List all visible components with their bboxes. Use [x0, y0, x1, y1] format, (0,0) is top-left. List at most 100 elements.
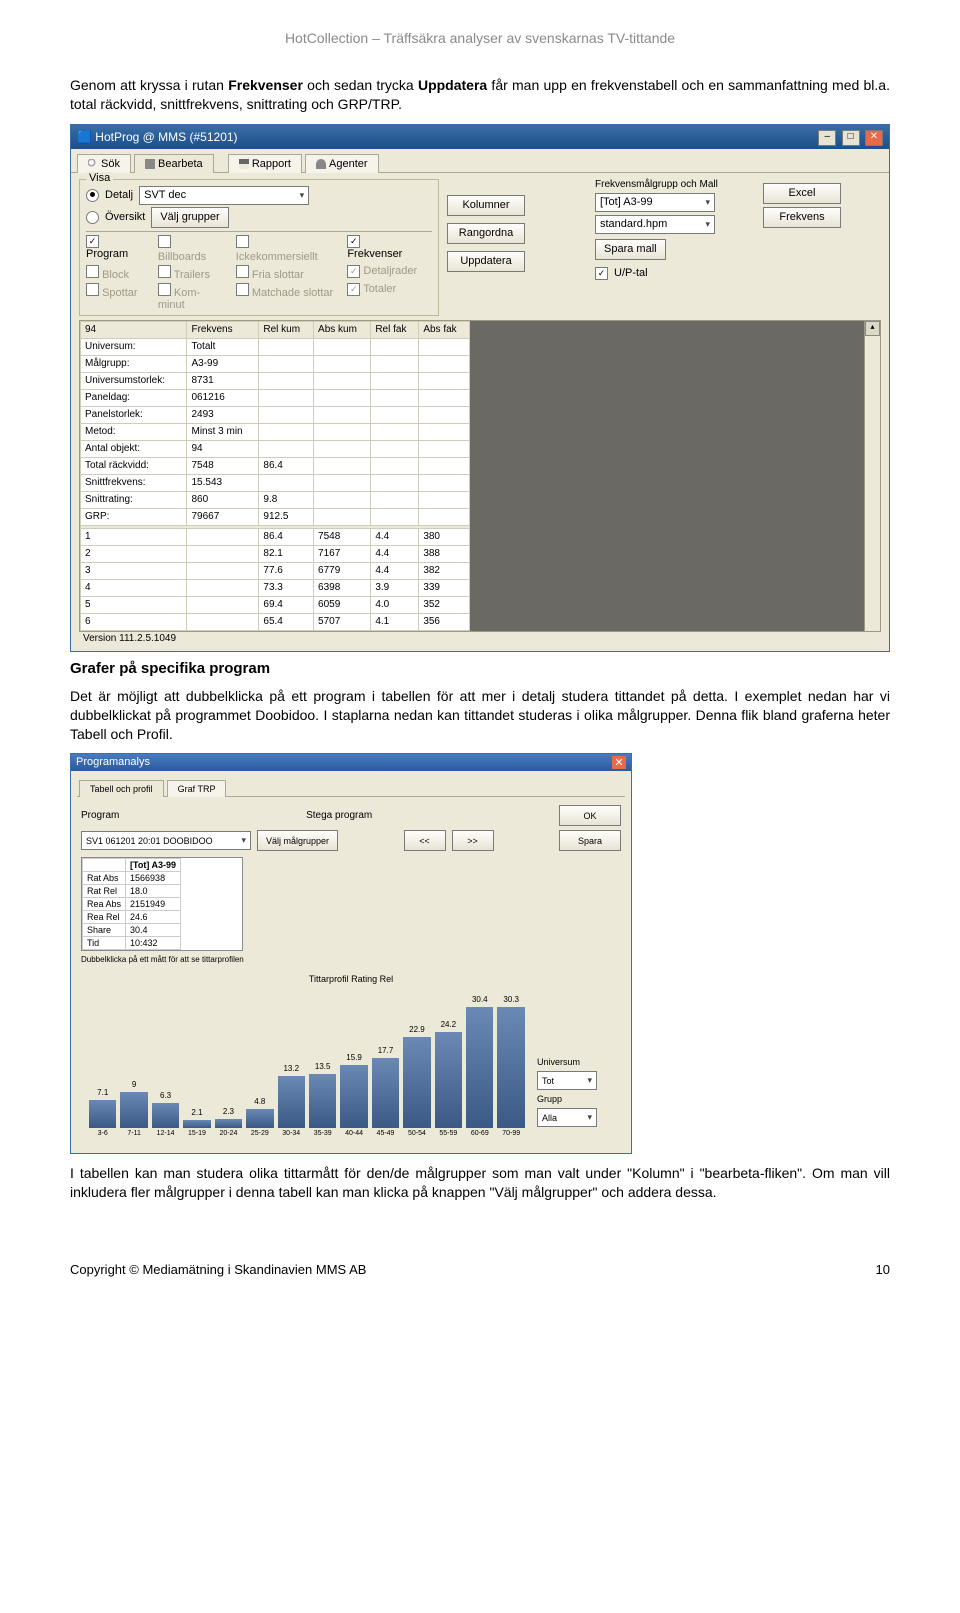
check-totaler — [347, 283, 360, 296]
radio-oversikt[interactable] — [86, 211, 99, 224]
kolumner-button[interactable]: Kolumner — [447, 195, 525, 216]
chart-bar: 15.9 — [340, 1065, 367, 1129]
table-row[interactable]: GRP:79667912.5 — [81, 508, 470, 525]
select-rangordna[interactable]: standard.hpm — [595, 215, 715, 234]
next-button[interactable]: >> — [452, 830, 494, 851]
page-number: 10 — [876, 1262, 890, 1277]
chart-bar: 30.3 — [497, 1007, 524, 1128]
grupp-select[interactable]: Alla — [537, 1108, 597, 1127]
window-title: 🟦 HotProg @ MMS (#51201) — [77, 130, 238, 144]
tab-bearbeta[interactable]: Bearbeta — [134, 154, 214, 173]
table-row[interactable]: Snittfrekvens:15.543 — [81, 474, 470, 491]
table-row[interactable]: Paneldag:061216 — [81, 389, 470, 406]
metrics-table[interactable]: [Tot] A3-99 Rat Abs1566938Rat Rel18.0Rea… — [81, 857, 243, 951]
table-row[interactable]: 186.475484.4380 — [81, 528, 470, 545]
spara-button[interactable]: Spara — [559, 830, 621, 851]
chart-bar: 9 — [120, 1092, 147, 1128]
tab-graf-trp[interactable]: Graf TRP — [167, 780, 227, 797]
col-header[interactable]: 94 — [81, 321, 187, 338]
check-uptal[interactable] — [595, 267, 608, 280]
tab-agenter[interactable]: Agenter — [305, 154, 379, 173]
col-header[interactable]: Rel kum — [259, 321, 314, 338]
freq-grid[interactable]: 94FrekvensRel kumAbs kumRel fakAbs fak U… — [79, 320, 881, 632]
table-row[interactable]: 569.460594.0352 — [81, 596, 470, 613]
uppdatera-button[interactable]: Uppdatera — [447, 251, 525, 272]
hotprog-window: 🟦 HotProg @ MMS (#51201) – □ ✕ Sök Bearb… — [70, 124, 890, 652]
col-header[interactable]: Abs fak — [419, 321, 470, 338]
paragraph-2: Det är möjligt att dubbelklicka på ett p… — [70, 687, 890, 744]
chart-bar: 17.7 — [372, 1058, 399, 1129]
chart-bar: 6.3 — [152, 1103, 179, 1128]
table-row[interactable]: Universum:Totalt — [81, 338, 470, 355]
tab-rapport[interactable]: Rapport — [228, 154, 302, 173]
prev-button[interactable]: << — [404, 830, 446, 851]
scrollbar[interactable]: ▴▾ — [864, 321, 880, 632]
check-komminut — [158, 283, 171, 296]
table-row[interactable]: 377.667794.4382 — [81, 562, 470, 579]
table-row[interactable]: Målgrupp:A3-99 — [81, 355, 470, 372]
table-row[interactable]: 473.363983.9339 — [81, 579, 470, 596]
select-detalj[interactable]: SVT dec — [139, 186, 309, 205]
table-row[interactable]: Antal objekt:94 — [81, 440, 470, 457]
wrench-icon — [145, 159, 155, 169]
table-row[interactable]: Universumstorlek:8731 — [81, 372, 470, 389]
ok-button[interactable]: OK — [559, 805, 621, 826]
table-row[interactable]: 761.353503.6315 — [81, 630, 470, 632]
check-block — [86, 265, 99, 278]
table-row[interactable]: Tid10:432 — [83, 937, 181, 950]
chart-bar: 13.2 — [278, 1076, 305, 1129]
frekvens-button[interactable]: Frekvens — [763, 207, 841, 228]
table-row[interactable]: Total räckvidd:754886.4 — [81, 457, 470, 474]
valj-grupper-button[interactable]: Välj grupper — [151, 207, 228, 228]
check-matchade — [236, 283, 249, 296]
table-row[interactable]: Rat Rel18.0 — [83, 885, 181, 898]
table-row[interactable]: Panelstorlek:2493 — [81, 406, 470, 423]
check-ickekomm — [236, 235, 249, 248]
table-row[interactable]: 665.457074.1356 — [81, 613, 470, 630]
title-bar: 🟦 HotProg @ MMS (#51201) – □ ✕ — [71, 125, 889, 149]
check-trailers — [158, 265, 171, 278]
check-billboards — [158, 235, 171, 248]
chart-bar: 7.1 — [89, 1100, 116, 1128]
intro-paragraph: Genom att kryssa i rutan Frekvenser och … — [70, 76, 890, 114]
profile-chart: Tittarprofil Rating Rel 7.196.32.12.34.8… — [81, 970, 621, 1141]
chart-title: Tittarprofil Rating Rel — [85, 974, 617, 984]
check-spottar — [86, 283, 99, 296]
table-row[interactable]: Snittrating:8609.8 — [81, 491, 470, 508]
check-fria — [236, 265, 249, 278]
chart-bar: 22.9 — [403, 1037, 430, 1129]
radio-detalj[interactable] — [86, 189, 99, 202]
tab-sok[interactable]: Sök — [77, 154, 131, 173]
minimize-button[interactable]: – — [818, 130, 836, 146]
chart-bar: 13.5 — [309, 1074, 336, 1128]
table-row[interactable]: Rea Rel24.6 — [83, 911, 181, 924]
spara-mall-button[interactable]: Spara mall — [595, 239, 666, 260]
version-label: Version 111.2.5.1049 — [79, 632, 881, 645]
valj-malgrupper-button[interactable]: Välj målgrupper — [257, 830, 338, 851]
universum-select[interactable]: Tot — [537, 1071, 597, 1090]
close-button[interactable]: ✕ — [865, 130, 883, 146]
subheading: Grafer på specifika program — [70, 660, 890, 677]
table-row[interactable]: Rea Abs2151949 — [83, 898, 181, 911]
tab-tabell-profil[interactable]: Tabell och profil — [79, 780, 164, 797]
dialog-close-button[interactable]: ✕ — [612, 756, 626, 769]
visa-legend: Visa — [86, 172, 113, 184]
table-row[interactable]: Metod:Minst 3 min — [81, 423, 470, 440]
chart-bar: 4.8 — [246, 1109, 273, 1128]
select-freqgrupp[interactable]: [Tot] A3-99 — [595, 193, 715, 212]
col-header[interactable]: Abs kum — [314, 321, 371, 338]
rangordna-button[interactable]: Rangordna — [447, 223, 525, 244]
col-header[interactable]: Frekvens — [187, 321, 259, 338]
program-select[interactable]: SV1 061201 20:01 DOOBIDOO — [81, 831, 251, 850]
hint-text: Dubbelklicka på ett mått för att se titt… — [81, 955, 621, 964]
col-header[interactable]: Rel fak — [371, 321, 419, 338]
table-row[interactable]: 282.171674.4388 — [81, 545, 470, 562]
person-icon — [316, 159, 326, 169]
table-row[interactable]: Rat Abs1566938 — [83, 872, 181, 885]
check-program[interactable] — [86, 235, 99, 248]
check-frekvenser[interactable] — [347, 235, 360, 248]
table-row[interactable]: Share30.4 — [83, 924, 181, 937]
excel-button[interactable]: Excel — [763, 183, 841, 204]
maximize-button[interactable]: □ — [842, 130, 860, 146]
chart-bar: 2.1 — [183, 1120, 210, 1128]
